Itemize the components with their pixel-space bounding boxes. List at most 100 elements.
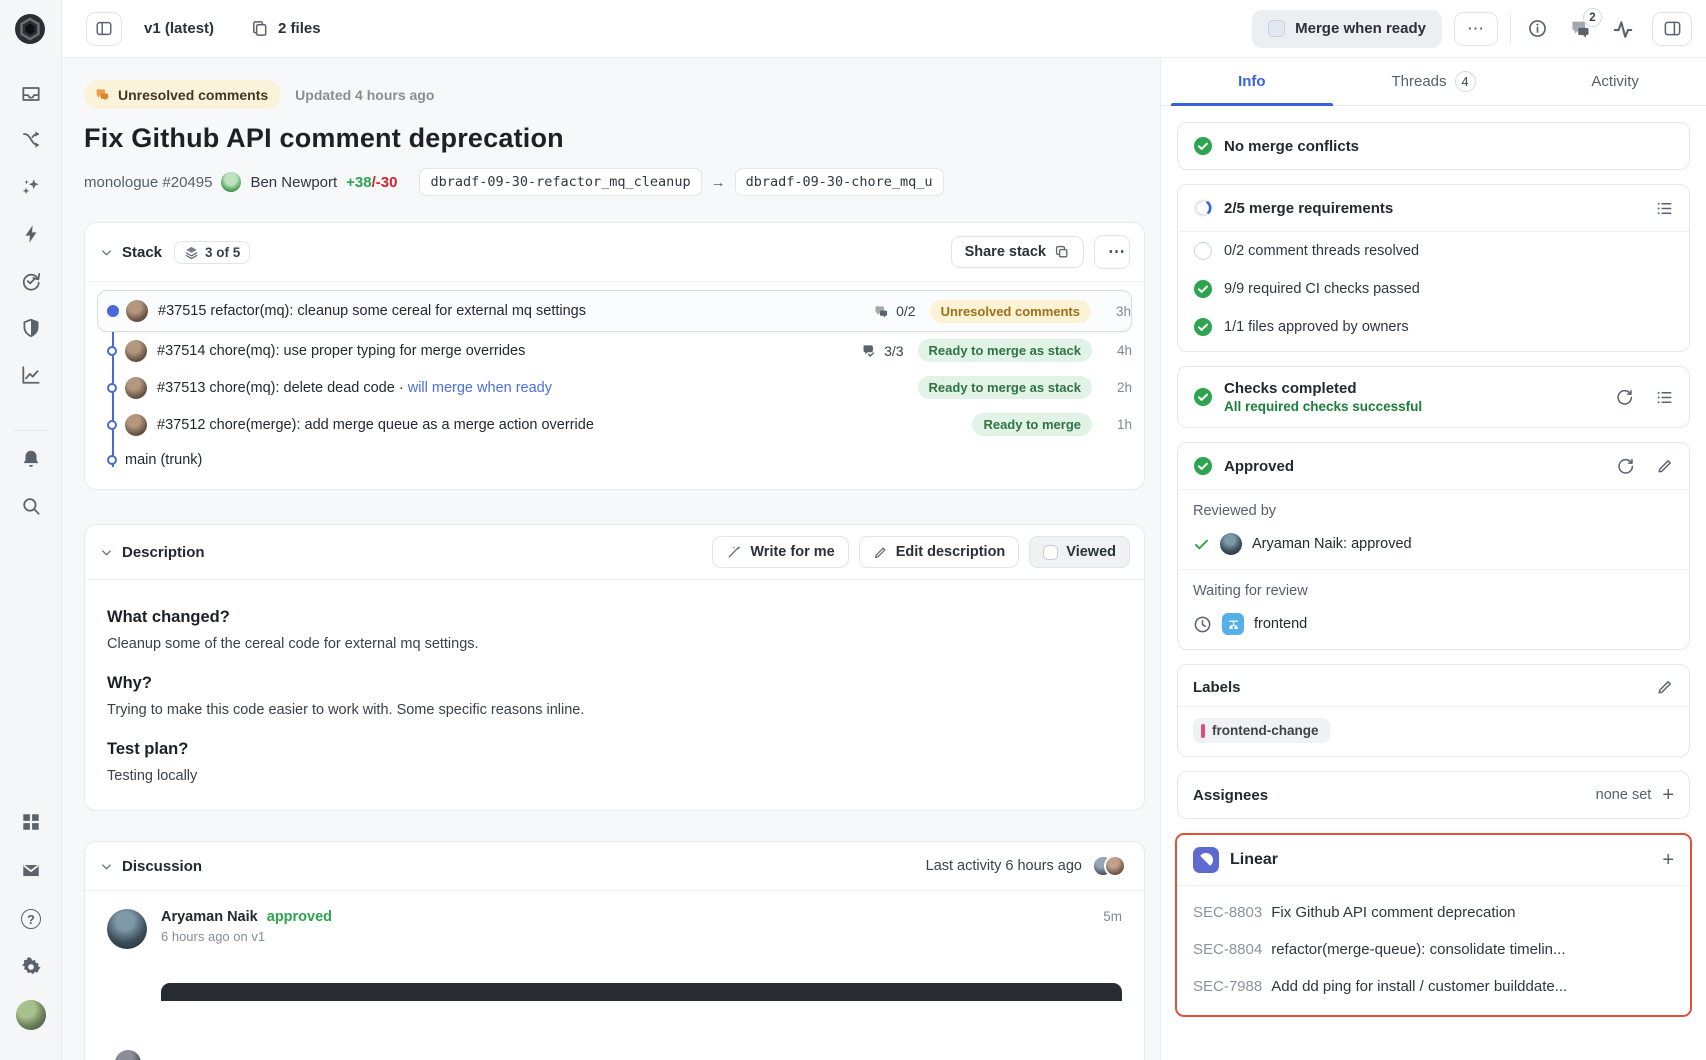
inbox-icon[interactable] bbox=[17, 80, 45, 108]
graphite-logo[interactable] bbox=[14, 13, 46, 45]
commenter-name[interactable]: Aryaman Naik bbox=[161, 909, 258, 925]
magic-wand-icon bbox=[726, 544, 742, 560]
page-title: Fix Github API comment deprecation bbox=[84, 123, 1160, 154]
checks-card: Checks completed All required checks suc… bbox=[1177, 366, 1690, 428]
more-actions-button[interactable]: ⋯ bbox=[1454, 12, 1498, 46]
row-time: 4h bbox=[1106, 343, 1132, 358]
checklist-icon[interactable] bbox=[1655, 388, 1674, 407]
repo-and-number[interactable]: monologue #20495 bbox=[84, 174, 212, 191]
row-avatar bbox=[126, 300, 148, 322]
pending-circle-icon bbox=[1194, 242, 1212, 260]
author-avatar[interactable] bbox=[221, 172, 241, 192]
row-status-badge: Unresolved comments bbox=[930, 300, 1091, 323]
stack-row[interactable]: #37512 chore(merge): add merge queue as … bbox=[97, 406, 1132, 443]
info-circle-icon[interactable] bbox=[1523, 15, 1551, 43]
stack-row[interactable]: #37513 chore(mq): delete dead code · wil… bbox=[97, 369, 1132, 406]
pencil-icon[interactable] bbox=[1656, 457, 1674, 475]
apps-grid-icon[interactable] bbox=[17, 808, 45, 836]
lightning-icon[interactable] bbox=[17, 220, 45, 248]
insights-chart-icon[interactable] bbox=[17, 361, 45, 389]
chevron-down-icon[interactable] bbox=[99, 859, 114, 874]
shield-icon[interactable] bbox=[17, 314, 45, 342]
add-linear-issue-button[interactable]: + bbox=[1662, 850, 1674, 870]
stack-count-badge: 3 of 5 bbox=[174, 241, 250, 264]
layers-icon bbox=[184, 245, 199, 260]
team-name[interactable]: frontend bbox=[1254, 616, 1307, 632]
checks-subtitle: All required checks successful bbox=[1224, 399, 1604, 414]
commenter-avatar[interactable] bbox=[107, 909, 147, 949]
version-selector[interactable]: v1 (latest) bbox=[144, 20, 214, 37]
topbar-divider bbox=[1510, 14, 1511, 44]
activity-pulse-icon[interactable] bbox=[1612, 18, 1634, 40]
search-icon[interactable] bbox=[17, 492, 45, 520]
stack-row[interactable]: #37514 chore(mq): use proper typing for … bbox=[97, 332, 1132, 369]
stack-card: Stack 3 of 5 Share stack ⋯ #37515 refact… bbox=[84, 222, 1145, 490]
write-for-me-button[interactable]: Write for me bbox=[712, 536, 848, 568]
trunk-row[interactable]: main (trunk) bbox=[97, 443, 1132, 477]
label-chip[interactable]: frontend-change bbox=[1193, 718, 1330, 743]
linear-issue-row[interactable]: SEC-7988 Add dd ping for install / custo… bbox=[1177, 968, 1690, 1005]
toggle-right-panel-button[interactable] bbox=[1652, 12, 1692, 46]
tab-threads[interactable]: Threads 4 bbox=[1343, 58, 1525, 105]
updated-timestamp: Updated 4 hours ago bbox=[295, 87, 434, 103]
notifications-bell-icon[interactable] bbox=[17, 445, 45, 473]
user-avatar[interactable] bbox=[16, 1000, 46, 1030]
progress-spinner-icon bbox=[1193, 198, 1213, 218]
merge-when-ready-button[interactable]: Merge when ready bbox=[1252, 10, 1442, 48]
target-branch-chip[interactable]: dbradf-09-30-chore_mq_u bbox=[735, 168, 944, 196]
tab-activity[interactable]: Activity bbox=[1524, 58, 1706, 105]
deletions-count: /-30 bbox=[372, 174, 398, 191]
stack-dot bbox=[107, 420, 117, 430]
refresh-icon[interactable] bbox=[1615, 388, 1634, 407]
comment-count: 0/2 bbox=[873, 303, 915, 320]
will-merge-link[interactable]: will merge when ready bbox=[408, 380, 552, 396]
requirement-item: 9/9 required CI checks passed bbox=[1178, 270, 1689, 308]
linear-issue-row[interactable]: SEC-8804 refactor(merge-queue): consolid… bbox=[1177, 931, 1690, 968]
sync-check-icon[interactable] bbox=[17, 267, 45, 295]
refresh-icon[interactable] bbox=[1616, 457, 1635, 476]
ai-sparkles-icon[interactable] bbox=[17, 173, 45, 201]
author-name[interactable]: Ben Newport bbox=[250, 174, 337, 191]
toggle-left-panel-button[interactable] bbox=[86, 12, 122, 46]
row-status-badge: Ready to merge as stack bbox=[918, 339, 1092, 362]
row-time: 1h bbox=[1106, 417, 1132, 432]
tab-info[interactable]: Info bbox=[1161, 58, 1343, 105]
review-card: Approved Reviewed by Aryaman Naik: appro… bbox=[1177, 442, 1690, 650]
add-assignee-button[interactable]: + bbox=[1662, 785, 1674, 805]
description-section-title[interactable]: Description bbox=[122, 544, 205, 561]
settings-gear-icon[interactable] bbox=[17, 953, 45, 981]
edit-description-button[interactable]: Edit description bbox=[859, 536, 1020, 568]
info-sidebar: Info Threads 4 Activity No merge conflic… bbox=[1160, 58, 1706, 1060]
share-stack-button[interactable]: Share stack bbox=[951, 236, 1084, 268]
discussion-card: Discussion Last activity 6 hours ago Ary… bbox=[84, 841, 1145, 1060]
check-circle-icon bbox=[1193, 317, 1213, 337]
files-count[interactable]: 2 files bbox=[250, 19, 321, 38]
viewed-checkbox[interactable] bbox=[1043, 545, 1058, 560]
reviewer-avatar[interactable] bbox=[1220, 533, 1242, 555]
source-branch-chip[interactable]: dbradf-09-30-refactor_mq_cleanup bbox=[419, 168, 701, 196]
merge-when-ready-checkbox[interactable] bbox=[1268, 20, 1285, 37]
row-avatar bbox=[125, 340, 147, 362]
description-text: Testing locally bbox=[107, 768, 1122, 784]
help-icon[interactable]: ? bbox=[17, 905, 45, 933]
comment-count: 3/3 bbox=[861, 342, 903, 359]
comments-button[interactable]: 2 bbox=[1569, 17, 1592, 40]
checks-title: Checks completed bbox=[1224, 380, 1604, 397]
viewed-toggle[interactable]: Viewed bbox=[1029, 536, 1130, 568]
stack-more-button[interactable]: ⋯ bbox=[1094, 235, 1130, 269]
reviewer-name[interactable]: Aryaman Naik: approved bbox=[1252, 536, 1412, 552]
sidebar-tabs: Info Threads 4 Activity bbox=[1161, 58, 1706, 106]
description-card: Description Write for me Edit descriptio… bbox=[84, 524, 1145, 811]
merge-branches-icon[interactable] bbox=[17, 126, 45, 154]
discussion-section-title[interactable]: Discussion bbox=[122, 858, 202, 875]
chevron-down-icon[interactable] bbox=[99, 545, 114, 560]
linear-issue-row[interactable]: SEC-8803 Fix Github API comment deprecat… bbox=[1177, 894, 1690, 931]
mail-icon[interactable] bbox=[17, 856, 45, 884]
row-time: 3h bbox=[1105, 304, 1131, 319]
checklist-icon[interactable] bbox=[1655, 199, 1674, 218]
pencil-icon[interactable] bbox=[1656, 678, 1674, 696]
stack-section-title[interactable]: Stack bbox=[122, 244, 162, 261]
chevron-down-icon[interactable] bbox=[99, 245, 114, 260]
stack-row-current[interactable]: #37515 refactor(mq): cleanup some cereal… bbox=[97, 290, 1132, 332]
label-color-bar bbox=[1201, 724, 1205, 738]
